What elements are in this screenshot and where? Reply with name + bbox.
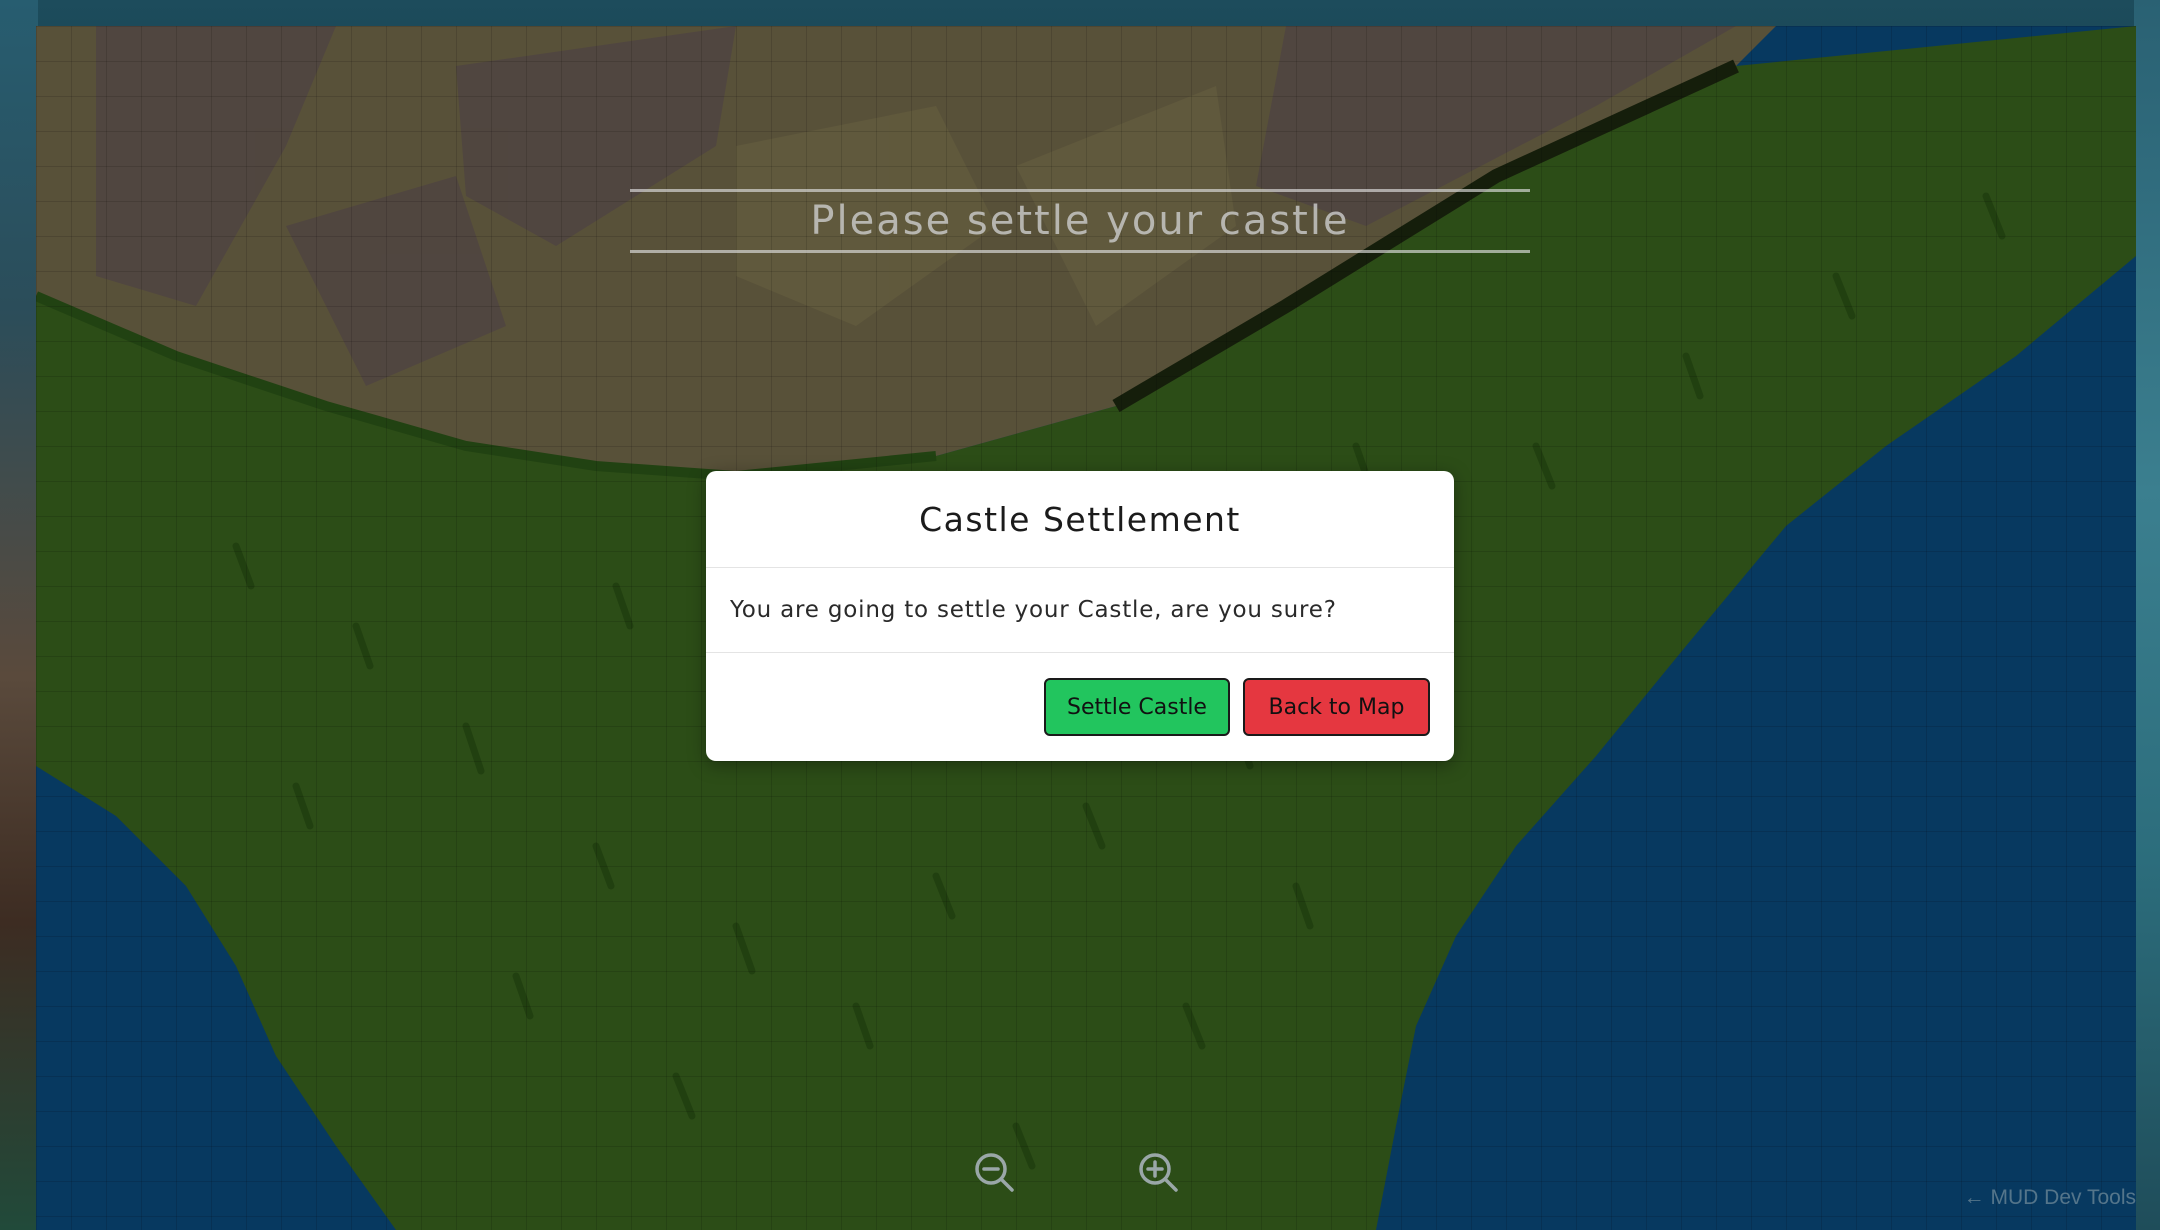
instruction-banner: Please settle your castle: [630, 189, 1530, 253]
settle-castle-button[interactable]: Settle Castle: [1044, 678, 1230, 736]
back-to-map-button[interactable]: Back to Map: [1243, 678, 1430, 736]
zoom-out-button[interactable]: [972, 1150, 1016, 1194]
dialog-message: You are going to settle your Castle, are…: [730, 597, 1337, 623]
backdrop-art-left: [0, 0, 38, 1230]
banner-title: Please settle your castle: [810, 198, 1350, 244]
dialog-title: Castle Settlement: [919, 499, 1241, 539]
game-screen: Please settle your castle ← MUD Dev Tool…: [0, 0, 2160, 1230]
dialog-header: Castle Settlement: [706, 471, 1454, 568]
castle-settlement-dialog: Castle Settlement You are going to settl…: [706, 471, 1454, 761]
dialog-body: You are going to settle your Castle, are…: [706, 568, 1454, 653]
zoom-out-icon: [975, 1153, 1014, 1192]
backdrop-art-right: [2134, 0, 2160, 1230]
zoom-in-button[interactable]: [1136, 1150, 1180, 1194]
zoom-in-icon: [1139, 1153, 1178, 1192]
mud-dev-tools-link[interactable]: ← MUD Dev Tools: [1964, 1186, 2136, 1210]
dialog-footer: Settle Castle Back to Map: [706, 653, 1454, 761]
